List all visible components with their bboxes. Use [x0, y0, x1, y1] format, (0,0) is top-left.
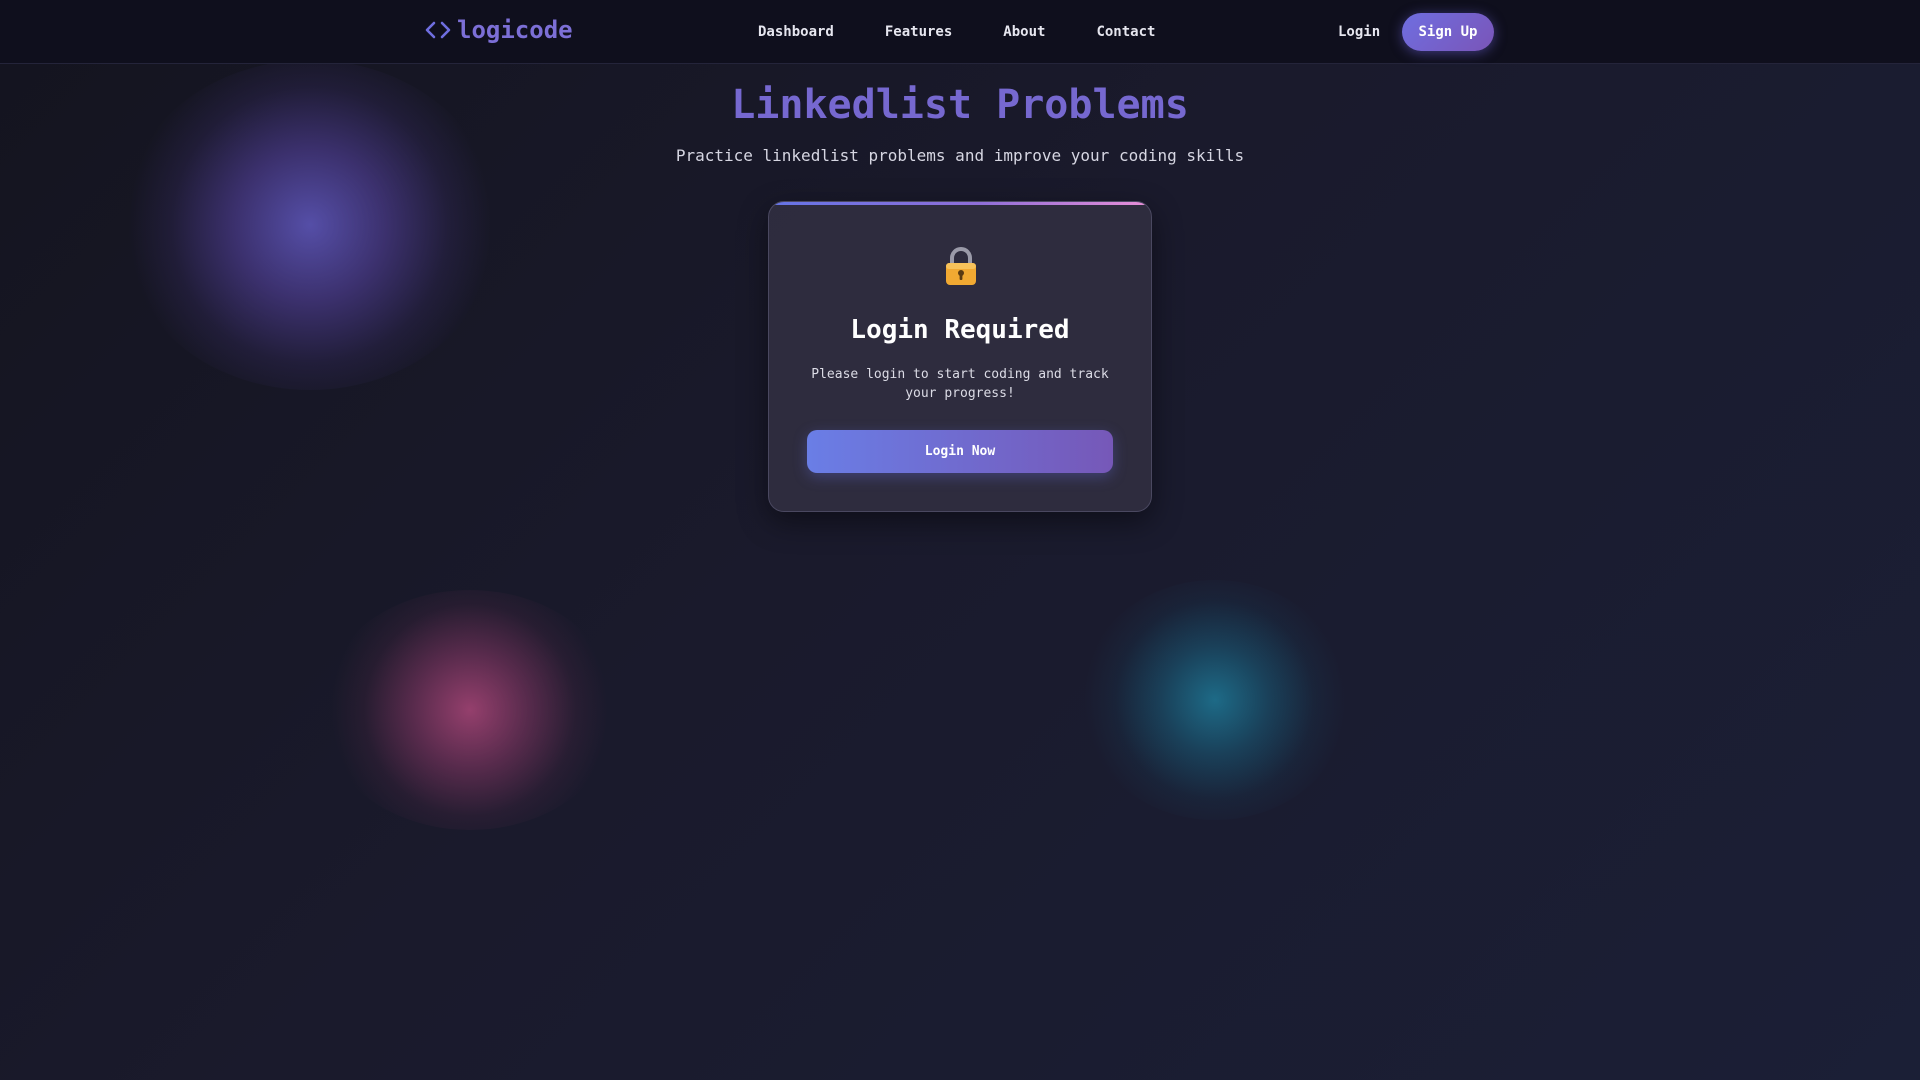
login-now-button[interactable]: Login Now: [807, 430, 1113, 473]
login-link[interactable]: Login: [1338, 0, 1380, 64]
login-required-card: Login Required Please login to start cod…: [768, 201, 1152, 512]
signup-button[interactable]: Sign Up: [1402, 13, 1494, 51]
nav-link-features[interactable]: Features: [885, 24, 952, 40]
page-subtitle: Practice linkedlist problems and improve…: [675, 146, 1245, 165]
nav-link-contact[interactable]: Contact: [1096, 24, 1155, 40]
nav-links: Dashboard Features About Contact: [758, 0, 1155, 64]
nav-link-about[interactable]: About: [1003, 24, 1045, 40]
navbar: logicode Dashboard Features About Contac…: [0, 0, 1920, 64]
nav-link-dashboard[interactable]: Dashboard: [758, 24, 834, 40]
card-message: Please login to start coding and track y…: [811, 367, 1109, 401]
page-title: Linkedlist Problems: [731, 82, 1189, 128]
card-title: Login Required: [850, 315, 1070, 345]
background-glow-pink: [320, 590, 620, 830]
background-glow-teal: [1080, 580, 1350, 820]
code-brackets-icon: [425, 21, 451, 39]
card-accent-bar: [769, 202, 1151, 205]
brand-logo[interactable]: logicode: [425, 16, 573, 44]
brand-name: logicode: [457, 16, 573, 44]
lock-icon: [946, 247, 976, 285]
